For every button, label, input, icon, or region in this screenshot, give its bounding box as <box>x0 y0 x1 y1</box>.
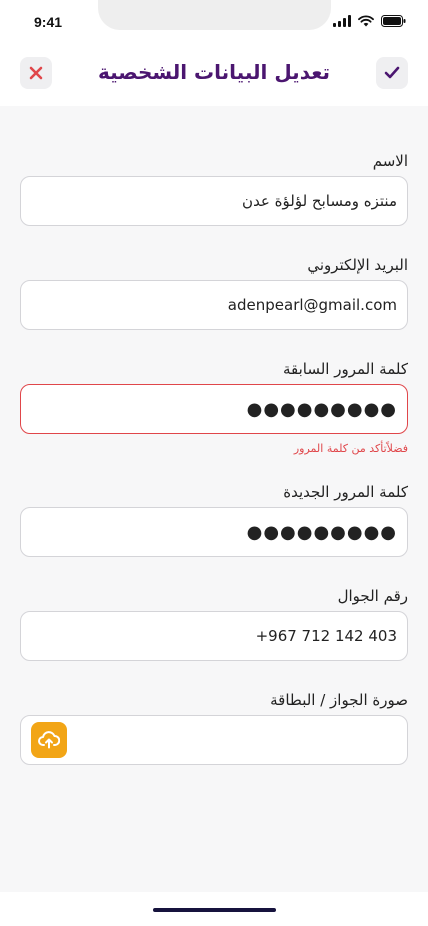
email-group: البريد الإلكتروني <box>20 256 408 330</box>
email-input[interactable] <box>31 296 397 314</box>
old-password-group: كلمة المرور السابقة فضلاًتأكد من كلمة ال… <box>20 360 408 455</box>
phone-group: رقم الجوال <box>20 587 408 661</box>
upload-button[interactable] <box>31 722 67 758</box>
battery-icon <box>381 15 406 27</box>
signal-icon <box>333 15 351 27</box>
name-field[interactable] <box>20 176 408 226</box>
old-password-error: فضلاًتأكد من كلمة المرور <box>293 442 408 455</box>
upload-cloud-icon <box>38 731 60 749</box>
phone-field[interactable] <box>20 611 408 661</box>
name-label: الاسم <box>372 152 408 170</box>
new-password-input[interactable] <box>31 521 397 543</box>
new-password-group: كلمة المرور الجديدة <box>20 483 408 557</box>
name-group: الاسم <box>20 152 408 226</box>
status-bar: 9:41 <box>0 0 428 44</box>
home-indicator[interactable] <box>153 908 276 912</box>
phone-label: رقم الجوال <box>337 587 408 605</box>
name-input[interactable] <box>31 192 397 210</box>
check-icon <box>384 66 400 79</box>
old-password-field[interactable] <box>20 384 408 434</box>
id-photo-group: صورة الجواز / البطاقة <box>20 691 408 765</box>
home-area <box>0 892 428 926</box>
new-password-label: كلمة المرور الجديدة <box>283 483 408 501</box>
page-title: تعديل البيانات الشخصية <box>97 60 331 84</box>
id-photo-field[interactable] <box>20 715 408 765</box>
phone-input[interactable] <box>31 627 397 645</box>
status-icons <box>333 15 406 27</box>
status-time: 9:41 <box>34 14 63 30</box>
header: تعديل البيانات الشخصية <box>0 44 428 106</box>
new-password-field[interactable] <box>20 507 408 557</box>
email-label: البريد الإلكتروني <box>307 256 408 274</box>
id-photo-label: صورة الجواز / البطاقة <box>270 691 408 709</box>
device-notch <box>98 0 331 30</box>
email-field[interactable] <box>20 280 408 330</box>
wifi-icon <box>358 15 374 27</box>
old-password-input[interactable] <box>31 398 397 420</box>
profile-form: الاسم البريد الإلكتروني كلمة المرور السا… <box>20 106 408 765</box>
confirm-button[interactable] <box>376 57 408 89</box>
old-password-label: كلمة المرور السابقة <box>282 360 408 378</box>
